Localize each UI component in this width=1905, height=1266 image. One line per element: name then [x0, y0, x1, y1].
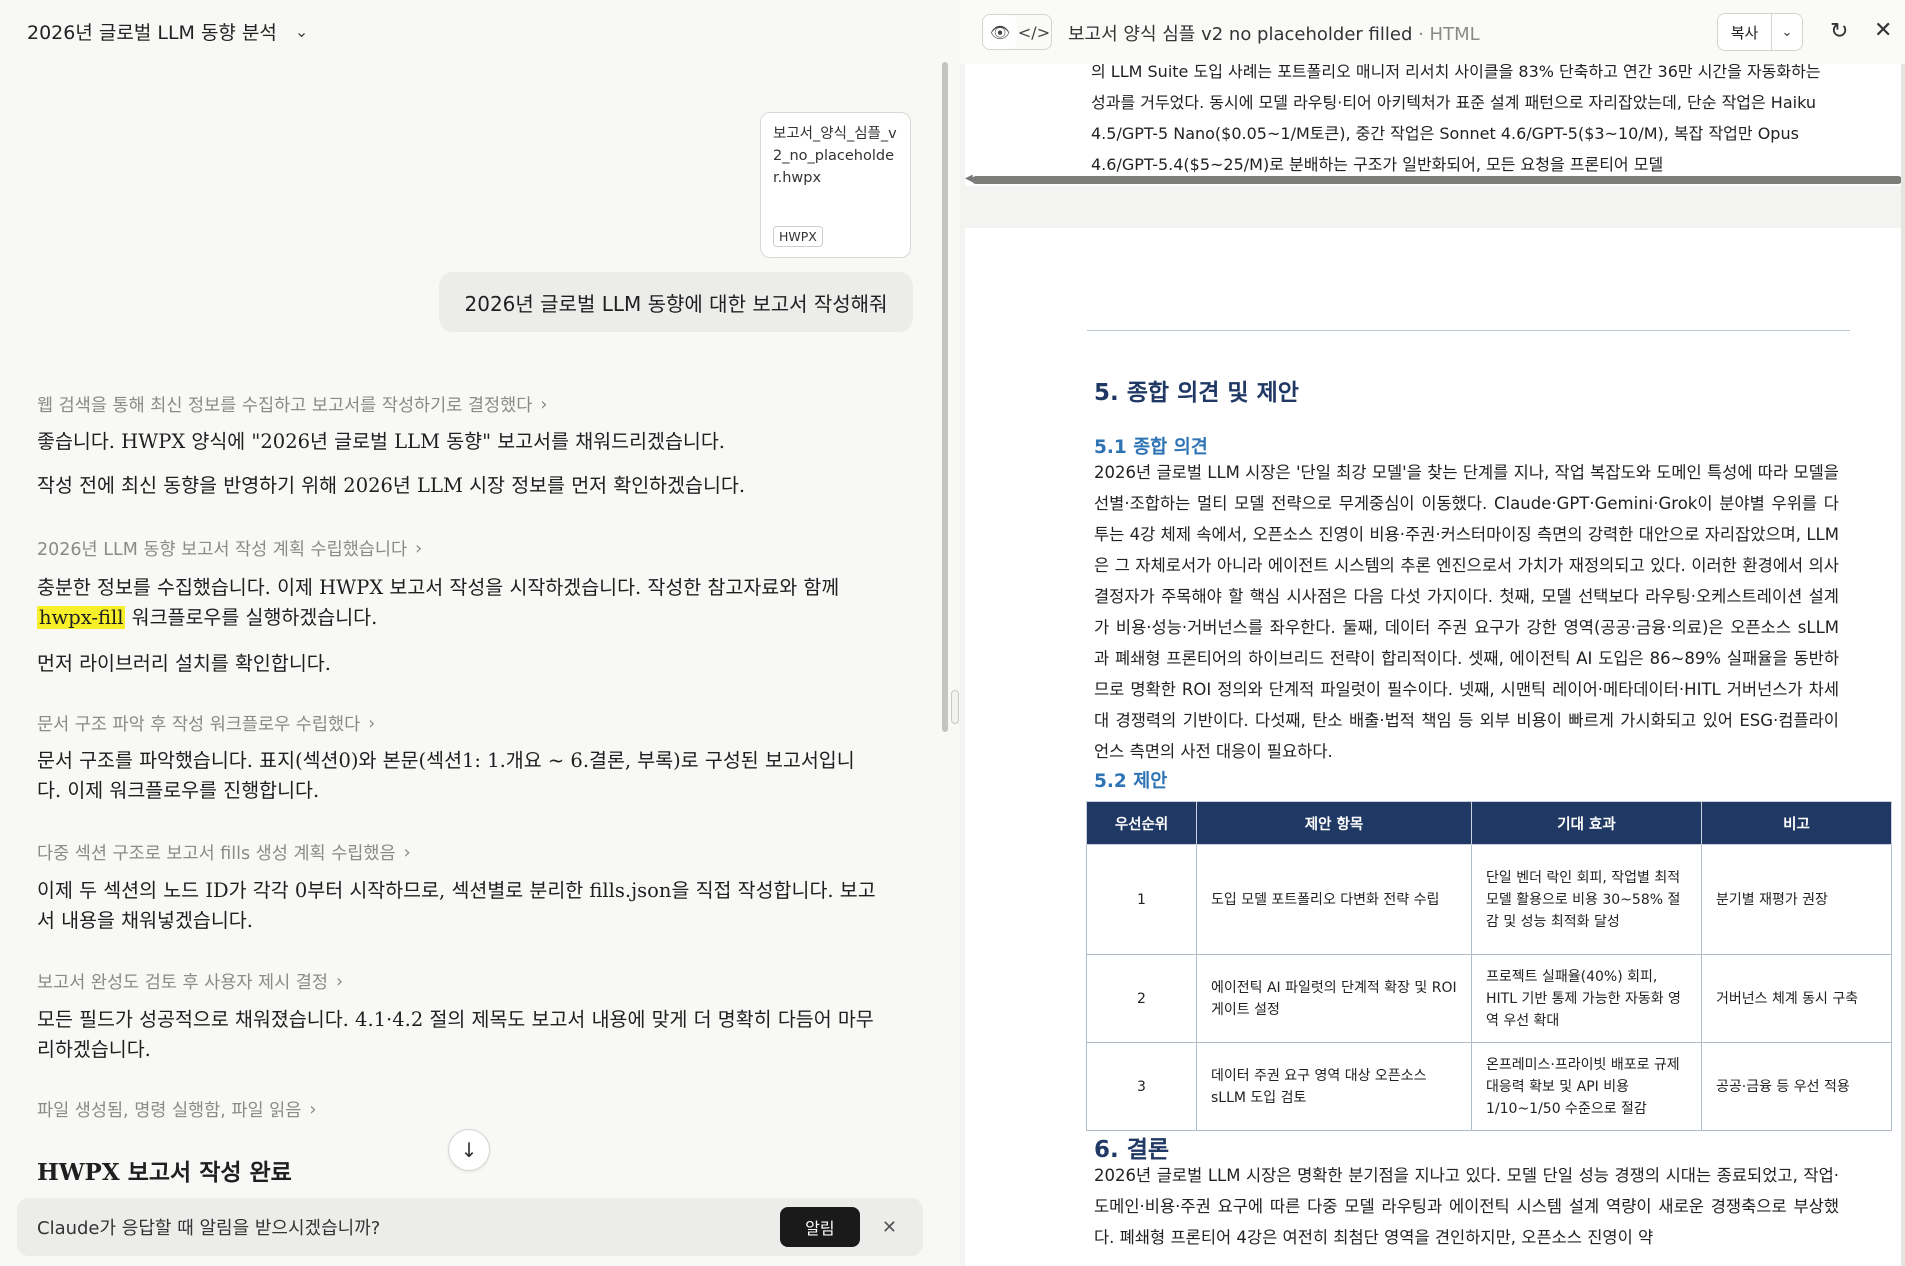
code-icon[interactable]: </> [1017, 15, 1051, 49]
section-heading: 6. 결론 [1094, 1137, 1170, 1163]
step-label: 다중 섹션 구조로 보고서 fills 생성 계획 수립했음 [37, 844, 396, 864]
thinking-step[interactable]: 보고서 완성도 검토 후 사용자 제시 결정 › [37, 969, 343, 994]
table-cell: 1 [1086, 844, 1197, 955]
attachment-filename: 보고서_양식_심플_v2_no_placeholder.hwpx [773, 126, 897, 186]
notification-prompt: Claude가 응답할 때 알림을 받으시겠습니까? 알림 ✕ [17, 1198, 923, 1256]
attachment-card[interactable]: 보고서_양식_심플_v2_no_placeholder.hwpx HWPX [760, 112, 911, 258]
scroll-down-button[interactable]: ↓ [448, 1129, 490, 1171]
preview-eye-icon[interactable]: 👁 [983, 15, 1017, 49]
table-cell: 에이전틱 AI 파일럿의 단계적 확장 및 ROI 게이트 설정 [1196, 954, 1472, 1043]
subsection-heading: 5.1 종합 의견 [1094, 437, 1208, 458]
paragraph-text: 충분한 정보를 수집했습니다. 이제 HWPX 보고서 작성을 시작하겠습니다.… [37, 576, 840, 599]
artifact-type: · HTML [1412, 24, 1480, 45]
close-icon[interactable]: ✕ [1874, 18, 1892, 43]
thinking-step[interactable]: 웹 검색을 통해 최신 정보를 수집하고 보고서를 작성하기로 결정했다 › [37, 392, 547, 417]
document-previous-page: 의 LLM Suite 도입 사례는 포트폴리오 매니저 리서치 사이클을 83… [965, 64, 1905, 186]
document-paragraph: 의 LLM Suite 도입 사례는 포트폴리오 매니저 리서치 사이클을 83… [1091, 64, 1821, 174]
table-cell: 데이터 주권 요구 영역 대상 오픈소스 sLLM 도입 검토 [1196, 1042, 1472, 1131]
thinking-step[interactable]: 다중 섹션 구조로 보고서 fills 생성 계획 수립했음 › [37, 840, 411, 865]
subsection-heading: 5.2 제안 [1094, 771, 1168, 792]
conversation-title: 2026년 글로벌 LLM 동향 분석 [27, 22, 277, 44]
chevron-right-icon: › [335, 971, 343, 992]
document-page: 5. 종합 의견 및 제안 5.1 종합 의견 2026년 글로벌 LLM 시장… [965, 228, 1905, 1266]
artifact-name: 보고서 양식 심플 v2 no placeholder filled [1068, 24, 1413, 45]
step-label: 문서 구조 파악 후 작성 워크플로우 수립했다 [37, 715, 361, 735]
table-cell: 온프레미스·프라이빗 배포로 규제 대응력 확보 및 API 비용 1/10~1… [1471, 1042, 1702, 1131]
enable-notifications-button[interactable]: 알림 [779, 1207, 860, 1247]
table-header: 비고 [1701, 801, 1892, 845]
attachment-type-badge: HWPX [773, 226, 823, 247]
panel-resize-handle[interactable] [951, 690, 959, 724]
section-divider [1087, 330, 1850, 331]
table-header: 제안 항목 [1196, 801, 1472, 845]
chevron-down-icon[interactable]: ⌄ [295, 22, 308, 41]
artifact-toolbar: 👁 </> 보고서 양식 심플 v2 no placeholder filled… [960, 0, 1905, 64]
paragraph-text: 워크플로우를 실행하겠습니다. [125, 606, 378, 629]
table-cell: 프로젝트 실패율(40%) 회피, HITL 기반 통제 가능한 자동화 영역 … [1471, 954, 1702, 1043]
close-icon[interactable]: ✕ [882, 1217, 897, 1238]
horizontal-scrollbar[interactable] [972, 176, 1902, 184]
view-mode-toggle[interactable]: 👁 </> [982, 14, 1052, 50]
table-header: 우선순위 [1086, 801, 1197, 845]
notification-text: Claude가 응답할 때 알림을 받으시겠습니까? [37, 1218, 381, 1239]
highlighted-skill-name: hwpx-fill [37, 606, 126, 629]
assistant-paragraph: 모든 필드가 성공적으로 채워졌습니다. 4.1·4.2 절의 제목도 보고서 … [37, 1008, 874, 1061]
table-cell: 거버넌스 체계 동시 구축 [1701, 954, 1892, 1043]
step-label: 파일 생성됨, 명령 실행함, 파일 읽음 [37, 1101, 302, 1121]
table-row: 3 데이터 주권 요구 영역 대상 오픈소스 sLLM 도입 검토 온프레미스·… [1086, 1042, 1892, 1131]
table-cell: 분기별 재평가 권장 [1701, 844, 1892, 955]
chevron-right-icon: › [309, 1099, 317, 1120]
document-paragraph: 2026년 글로벌 LLM 시장은 '단일 최강 모델'을 찾는 단계를 지나,… [1094, 463, 1839, 761]
thinking-step[interactable]: 2026년 LLM 동향 보고서 작성 계획 수립했습니다 › [37, 536, 422, 561]
thinking-step[interactable]: 파일 생성됨, 명령 실행함, 파일 읽음 › [37, 1097, 316, 1122]
step-label: 웹 검색을 통해 최신 정보를 수집하고 보고서를 작성하기로 결정했다 [37, 396, 533, 416]
refresh-icon[interactable]: ↻ [1830, 19, 1848, 44]
chevron-right-icon: › [415, 538, 423, 559]
assistant-paragraph: 문서 구조를 파악했습니다. 표지(섹션0)와 본문(섹션1: 1.개요 ~ 6… [37, 749, 855, 802]
table-row: 2 에이전틱 AI 파일럿의 단계적 확장 및 ROI 게이트 설정 프로젝트 … [1086, 954, 1892, 1043]
assistant-paragraph: 작성 전에 최신 동향을 반영하기 위해 2026년 LLM 시장 정보를 먼저… [37, 474, 746, 497]
assistant-paragraph: 이제 두 섹션의 노드 ID가 각각 0부터 시작하므로, 섹션별로 분리한 f… [37, 879, 876, 932]
chat-scrollbar[interactable] [942, 62, 948, 732]
copy-button-group: 복사 ⌄ [1717, 13, 1803, 51]
step-label: 보고서 완성도 검토 후 사용자 제시 결정 [37, 973, 328, 993]
table-row: 1 도입 모델 포트폴리오 다변화 전략 수립 단일 벤더 락인 회피, 작업별… [1086, 844, 1892, 955]
table-cell: 단일 벤더 락인 회피, 작업별 최적 모델 활용으로 비용 30~58% 절감… [1471, 844, 1702, 955]
thinking-step[interactable]: 문서 구조 파악 후 작성 워크플로우 수립했다 › [37, 711, 375, 736]
table-cell: 공공·금융 등 우선 적용 [1701, 1042, 1892, 1131]
completion-heading: HWPX 보고서 작성 완료 [37, 1159, 292, 1186]
conversation-title-menu[interactable]: 2026년 글로벌 LLM 동향 분석 ⌄ [27, 18, 308, 45]
artifact-title: 보고서 양식 심플 v2 no placeholder filled · HTM… [1068, 20, 1480, 46]
copy-button[interactable]: 복사 [1718, 14, 1772, 50]
chat-panel: 2026년 글로벌 LLM 동향 분석 ⌄ 보고서_양식_심플_v2_no_pl… [0, 0, 960, 1266]
user-message: 2026년 글로벌 LLM 동향에 대한 보고서 작성해줘 [439, 272, 913, 332]
chevron-right-icon: › [368, 713, 376, 734]
table-cell: 3 [1086, 1042, 1197, 1131]
chevron-right-icon: › [403, 842, 411, 863]
step-label: 2026년 LLM 동향 보고서 작성 계획 수립했습니다 [37, 540, 408, 560]
table-header-row: 우선순위 제안 항목 기대 효과 비고 [1086, 801, 1892, 845]
proposal-table: 우선순위 제안 항목 기대 효과 비고 1 도입 모델 포트폴리오 다변화 전략… [1086, 801, 1892, 1131]
vertical-scrollbar[interactable] [1901, 64, 1905, 1266]
table-header: 기대 효과 [1471, 801, 1702, 845]
assistant-paragraph: 충분한 정보를 수집했습니다. 이제 HWPX 보고서 작성을 시작하겠습니다.… [37, 573, 877, 633]
assistant-paragraph: 좋습니다. HWPX 양식에 "2026년 글로벌 LLM 동향" 보고서를 채… [37, 430, 725, 453]
arrow-down-icon: ↓ [460, 1138, 478, 1162]
table-cell: 2 [1086, 954, 1197, 1043]
chevron-down-icon[interactable]: ⌄ [1772, 14, 1802, 50]
assistant-paragraph: 먼저 라이브러리 설치를 확인합니다. [37, 652, 331, 675]
section-heading: 5. 종합 의견 및 제안 [1094, 380, 1299, 406]
table-cell: 도입 모델 포트폴리오 다변화 전략 수립 [1196, 844, 1472, 955]
artifact-panel: 👁 </> 보고서 양식 심플 v2 no placeholder filled… [960, 0, 1905, 1266]
document-paragraph: 2026년 글로벌 LLM 시장은 명확한 분기점을 지나고 있다. 모델 단일… [1094, 1166, 1839, 1247]
chevron-right-icon: › [540, 394, 548, 415]
